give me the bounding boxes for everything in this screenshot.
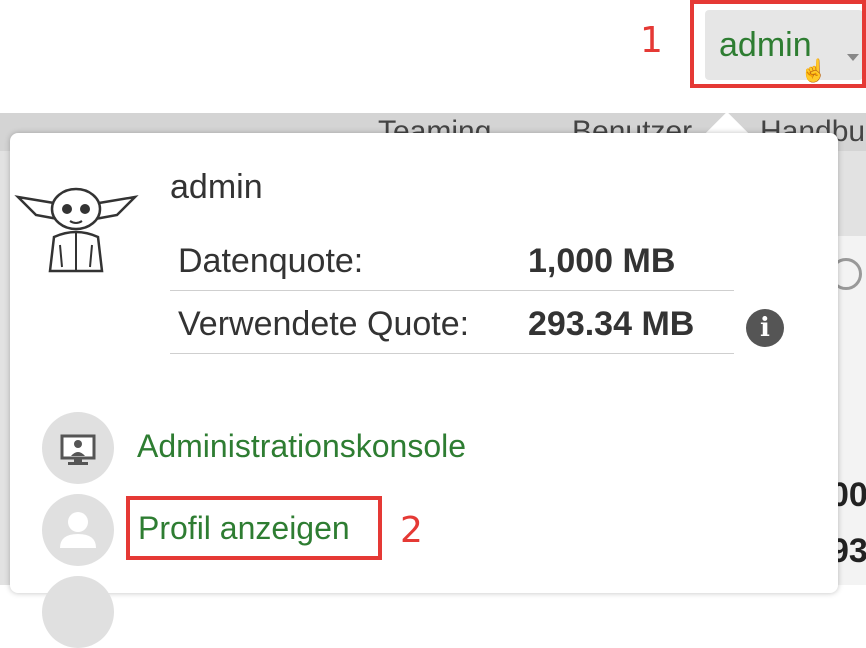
step-number-2: 2 bbox=[400, 510, 423, 551]
info-icon[interactable]: i bbox=[746, 309, 784, 347]
menu-item-administrationskonsole[interactable]: Administrationskonsole bbox=[137, 428, 466, 465]
popup-username: admin bbox=[170, 168, 263, 206]
quota-label: Verwendete Quote: bbox=[178, 305, 470, 343]
quota-label: Datenquote: bbox=[178, 242, 364, 280]
person-icon bbox=[42, 494, 114, 566]
quota-row: Datenquote: 1,000 MB bbox=[170, 228, 734, 291]
step-number-1: 1 bbox=[640, 20, 663, 61]
monitor-icon bbox=[42, 412, 114, 484]
quota-value: 1,000 MB bbox=[528, 242, 676, 280]
quota-row: Verwendete Quote: 293.34 MB bbox=[170, 291, 734, 354]
highlight-box-2 bbox=[126, 496, 382, 560]
menu-item-icon-partial bbox=[42, 576, 114, 648]
highlight-box-1 bbox=[690, 0, 866, 88]
avatar-icon bbox=[14, 187, 139, 273]
quota-value: 293.34 MB bbox=[528, 305, 695, 343]
quota-table: Datenquote: 1,000 MB Verwendete Quote: 2… bbox=[170, 228, 734, 354]
